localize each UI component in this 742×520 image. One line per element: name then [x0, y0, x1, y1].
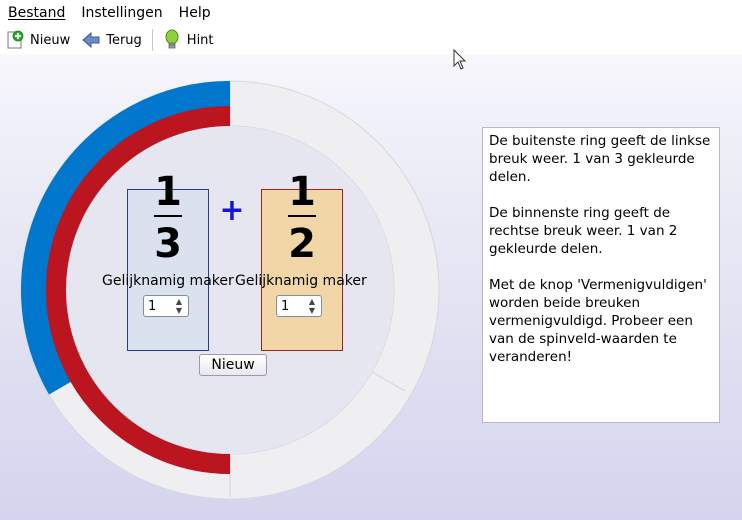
left-numerator: 1 [154, 169, 182, 215]
ring-center-fill [66, 126, 394, 454]
right-maker-spinbox[interactable]: 1 ▲ ▼ [276, 295, 322, 317]
right-numerator: 1 [288, 169, 316, 215]
left-fraction-bar [154, 215, 182, 217]
right-fraction-bar [288, 215, 316, 217]
right-maker-label: Gelijknamig maker [235, 273, 367, 289]
left-spin-value: 1 [148, 298, 157, 314]
spin-arrows: ▲ ▼ [173, 297, 185, 315]
left-maker-spinbox[interactable]: 1 ▲ ▼ [143, 295, 189, 317]
spin-arrows: ▲ ▼ [306, 297, 318, 315]
left-denominator: 3 [154, 221, 182, 267]
plus-operator: + [219, 193, 245, 228]
left-maker-label: Gelijknamig maker [102, 273, 234, 289]
spin-up-icon[interactable]: ▲ [309, 297, 315, 306]
spin-up-icon[interactable]: ▲ [176, 297, 182, 306]
left-fraction-box: 1 3 [127, 172, 209, 351]
right-denominator: 2 [288, 221, 316, 267]
right-fraction-box: 1 2 [261, 172, 343, 351]
right-spin-value: 1 [281, 298, 290, 314]
new-exercise-button[interactable]: Nieuw [199, 354, 267, 376]
info-text-panel: De buitenste ring geeft de linkse breuk … [482, 127, 720, 423]
spin-down-icon[interactable]: ▼ [176, 306, 182, 315]
spin-down-icon[interactable]: ▼ [309, 306, 315, 315]
